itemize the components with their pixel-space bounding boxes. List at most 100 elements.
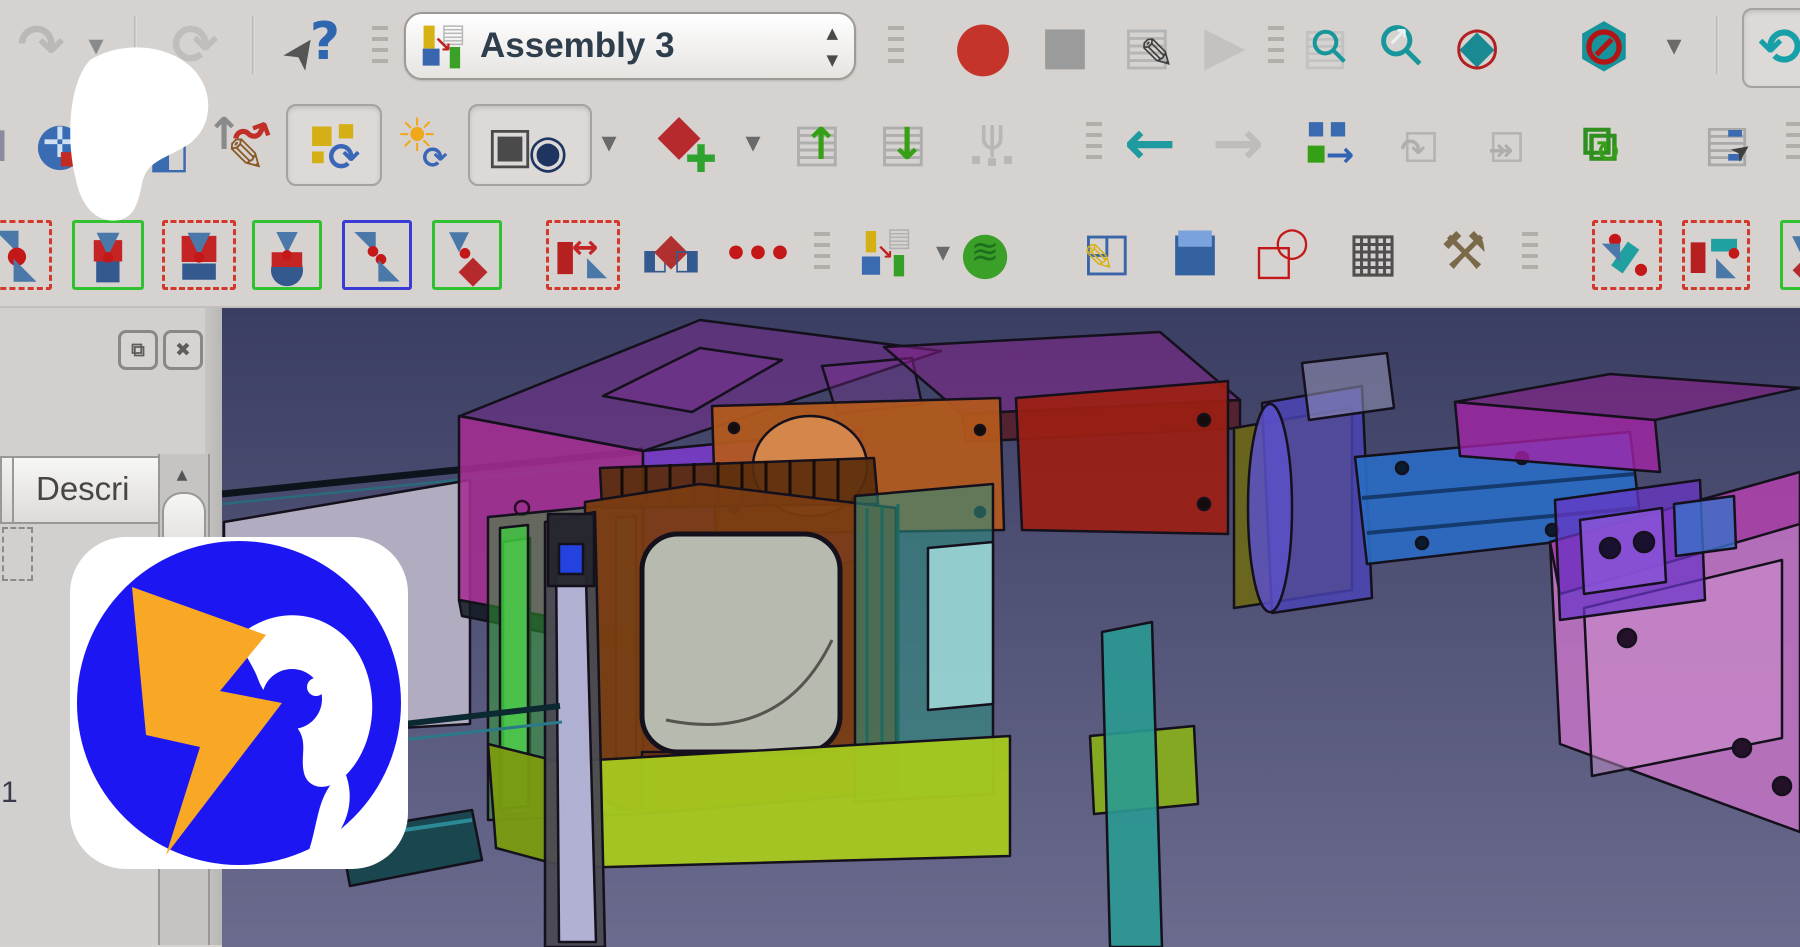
- constraint-axial-icon[interactable]: ◥●●◣: [342, 220, 412, 290]
- clipped-left-icon[interactable]: ▮: [0, 110, 10, 176]
- edit-list-icon[interactable]: ▤▬▬➤: [1694, 110, 1760, 176]
- datum-caret[interactable]: ▾: [740, 110, 766, 176]
- glyph: ▼: [1792, 232, 1800, 258]
- toolbar-grip[interactable]: [888, 26, 904, 66]
- zoom-selection-icon[interactable]: ⚲↗: [1370, 14, 1434, 78]
- hierarchy-icon[interactable]: ⋔▪▪▪: [958, 110, 1026, 176]
- convert-part-icon[interactable]: ▮◼▤▮↘: [844, 220, 926, 284]
- glyph: ⊘: [1581, 19, 1626, 73]
- constraint-symmetry-icon[interactable]: ◧◆◨: [636, 220, 706, 284]
- constraint-point-point-icon[interactable]: ◥●◣: [0, 220, 52, 290]
- selected-cell-outline[interactable]: [2, 527, 33, 581]
- measure-icon[interactable]: ▮▬◣●: [1682, 220, 1750, 290]
- simple-copy-icon[interactable]: ◻↷: [1388, 110, 1454, 176]
- toolbar-grip[interactable]: [1268, 26, 1284, 66]
- toolbar-grip[interactable]: [372, 26, 388, 66]
- glyph: ▾: [601, 128, 616, 158]
- refresh-solution-icon[interactable]: ☀⟳: [388, 110, 454, 176]
- assembly-combo-icon: ▮▤◼▮↘: [416, 19, 470, 73]
- glyph: ◣: [1716, 254, 1736, 280]
- glyph: ▪: [987, 153, 998, 169]
- glyph: ◼: [1305, 140, 1327, 166]
- glyph: ▾: [745, 128, 760, 158]
- cube-icon[interactable]: ■▬: [1162, 220, 1228, 284]
- glyph: ↷: [1400, 136, 1425, 166]
- glyph: ⚲: [1368, 12, 1437, 81]
- convert-caret[interactable]: ▾: [930, 220, 956, 284]
- glyph: ≋: [971, 235, 1000, 269]
- toggle-visibility-button[interactable]: ▣◉: [468, 104, 592, 186]
- toolbar-grip[interactable]: [1522, 232, 1538, 272]
- glyph: ☀: [396, 112, 437, 158]
- recursive-copy-icon[interactable]: ⧉↻: [1564, 110, 1636, 176]
- glyph: ◼: [420, 43, 442, 69]
- glyph: →: [1326, 138, 1355, 172]
- datum-plane-icon[interactable]: ◆✚: [642, 110, 724, 176]
- viewport-3d[interactable]: [222, 306, 1800, 947]
- sphere-shading-icon[interactable]: ●≋: [954, 220, 1016, 284]
- import-all-icon[interactable]: ▤↓: [872, 110, 934, 176]
- draw-style-caret[interactable]: ▾: [1660, 14, 1688, 78]
- scroll-up-icon[interactable]: ▲: [161, 458, 203, 492]
- move-part-icon[interactable]: ◼◼◼→: [1292, 110, 1364, 176]
- shape-copy-icon[interactable]: ◻↠: [1474, 110, 1540, 176]
- glyph: ▬: [1726, 148, 1743, 166]
- glyph: ●: [960, 223, 1011, 281]
- toolbar-grip[interactable]: [1086, 122, 1102, 164]
- macro-record-icon[interactable]: ●: [950, 14, 1016, 78]
- panel-float-button[interactable]: ⧉: [118, 330, 158, 370]
- draw-style-icon[interactable]: ⬢⊘: [1570, 14, 1638, 78]
- separator: [1716, 16, 1719, 74]
- macro-stop-icon[interactable]: ■: [1036, 14, 1094, 78]
- glyph: ●: [1634, 261, 1648, 277]
- combo-spin-up-icon[interactable]: ▲: [826, 24, 838, 42]
- glyph: ↑: [803, 123, 840, 167]
- zoom-fit-icon[interactable]: ▤⚲: [1296, 14, 1354, 78]
- glyph: ▮: [891, 250, 906, 278]
- visibility-caret[interactable]: ▾: [596, 110, 622, 176]
- solver-hammer-icon[interactable]: ⚒: [1430, 220, 1498, 284]
- edit-part-icon[interactable]: ◰✎: [1074, 220, 1140, 284]
- assembly-combo-value: Assembly 3: [480, 26, 675, 66]
- import-part-icon[interactable]: ▤↑: [786, 110, 848, 176]
- combo-spin-down-icon[interactable]: ▼: [826, 51, 838, 69]
- forward-icon[interactable]: →: [1206, 110, 1270, 176]
- glyph: ◼: [1329, 118, 1347, 140]
- panel-close-button[interactable]: ✖: [163, 330, 203, 370]
- update-parts-button[interactable]: ◼◼◼⟳: [286, 104, 382, 186]
- glyph: ▪: [1003, 151, 1014, 167]
- dof-animation-icon[interactable]: ▮●●◥: [1592, 220, 1662, 290]
- glyph: ●: [367, 244, 379, 258]
- more-constraints-icon[interactable]: ●●●: [724, 220, 792, 284]
- glyph: ▮: [421, 21, 438, 51]
- toolbar-grip[interactable]: [814, 232, 830, 272]
- constraint-circular-edge-icon[interactable]: ●▬▼●: [252, 220, 322, 290]
- draw-style-alt-icon[interactable]: ◆○: [1446, 14, 1508, 78]
- glyph: ↓: [889, 123, 926, 167]
- constraint-axis-plane-icon[interactable]: ▼●◆: [432, 220, 502, 290]
- glyph: ▤: [1703, 118, 1750, 168]
- glyph: ⟲: [1758, 22, 1800, 74]
- glyph: ↠: [1488, 136, 1513, 166]
- whats-this-icon[interactable]: ➤?: [280, 14, 346, 78]
- bom-table-icon[interactable]: ▦: [1340, 220, 1406, 284]
- glyph: ●: [281, 249, 292, 262]
- glyph: ▤: [1122, 20, 1171, 72]
- glyph: ✎: [227, 132, 266, 178]
- macro-edit-icon[interactable]: ▤✎: [1118, 14, 1176, 78]
- toolbar-grip[interactable]: [1786, 122, 1800, 164]
- glyph: ▮: [1687, 235, 1709, 275]
- glyph: ●: [459, 246, 471, 260]
- glyph: ←: [1124, 112, 1176, 174]
- macro-play-icon[interactable]: ▶: [1194, 14, 1256, 78]
- shapes-icon[interactable]: □○: [1250, 220, 1314, 284]
- active-assembly-combo[interactable]: ▮▤◼▮↘Assembly 3 ▲ ▼: [404, 12, 856, 80]
- glyph: ◼: [1307, 118, 1325, 140]
- back-icon[interactable]: ←: [1116, 110, 1184, 176]
- glyph: ○: [1454, 20, 1499, 72]
- glyph: ▀: [94, 245, 122, 281]
- constraint-distance-icon[interactable]: ▮↔◣: [546, 220, 620, 290]
- constraint-clipped-icon[interactable]: ▼◆: [1780, 220, 1800, 290]
- glyph: ◣: [378, 255, 400, 283]
- sync-view-button[interactable]: ⟲: [1742, 8, 1800, 88]
